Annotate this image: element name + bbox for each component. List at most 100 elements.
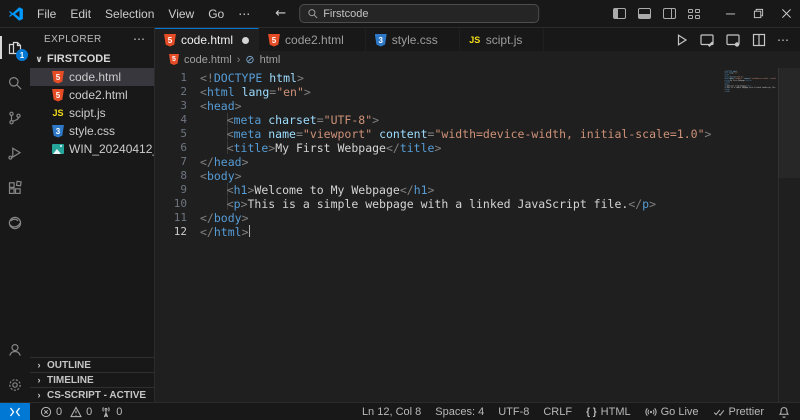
status-label: CRLF bbox=[543, 405, 573, 418]
code-line[interactable]: 3 <head> bbox=[155, 99, 800, 113]
code-text: </body> bbox=[200, 211, 249, 225]
file-code-html[interactable]: 5 code.html bbox=[30, 68, 154, 86]
code-line[interactable]: 1 <!DOCTYPE html> bbox=[155, 71, 800, 85]
line-number: 7 bbox=[180, 155, 187, 168]
line-number: 1 bbox=[180, 71, 187, 84]
breadcrumb-symbol: html bbox=[259, 53, 281, 66]
code-line[interactable]: 6 <title>My First Webpage</title> bbox=[155, 141, 800, 155]
split-editor-icon[interactable] bbox=[751, 32, 767, 48]
minimap[interactable]: <!DOCTYPE html> <html lang="en"> <head> <me… bbox=[724, 70, 776, 130]
menu-edit[interactable]: Edit bbox=[63, 4, 98, 24]
code-line[interactable]: 12 </html> bbox=[155, 225, 800, 239]
command-center-search[interactable]: Firstcode bbox=[299, 4, 540, 23]
error-icon[interactable]: 0 bbox=[36, 403, 66, 420]
account-icon[interactable] bbox=[0, 332, 30, 367]
bell-icon[interactable] bbox=[774, 403, 794, 420]
menu-go[interactable]: Go bbox=[201, 4, 231, 24]
file-style-css[interactable]: 3 style.css bbox=[30, 122, 154, 140]
code-line[interactable]: 7 </head> bbox=[155, 155, 800, 169]
section-outline[interactable]: › OUTLINE bbox=[30, 357, 154, 372]
file-name: code2.html bbox=[69, 88, 128, 102]
explorer-more-actions-icon[interactable]: ⋯ bbox=[133, 32, 146, 46]
status-crlf[interactable]: CRLF bbox=[539, 403, 576, 420]
code-line[interactable]: 10 <p>This is a simple webpage with a lin… bbox=[155, 197, 800, 211]
status-label: Spaces: 4 bbox=[435, 405, 485, 418]
section-cs-script-label: CS-SCRIPT - ACTIVE bbox=[47, 389, 147, 401]
customize-layout-icon[interactable] bbox=[688, 8, 700, 19]
file-win-20240412-0---[interactable]: WIN_20240412_0... bbox=[30, 140, 154, 158]
folder-firstcode[interactable]: ∨ FIRSTCODE bbox=[30, 50, 154, 68]
file-type-css-icon: 3 bbox=[374, 33, 387, 47]
section-timeline[interactable]: › TIMELINE bbox=[30, 372, 154, 387]
run-debug-icon[interactable] bbox=[0, 135, 30, 170]
section-cs-script[interactable]: › CS-SCRIPT - ACTIVE bbox=[30, 387, 154, 402]
code-text: <head> bbox=[200, 99, 242, 113]
search-icon[interactable] bbox=[0, 65, 30, 100]
status-prettier[interactable]: Prettier bbox=[709, 403, 768, 420]
warning-icon[interactable]: 0 bbox=[66, 403, 96, 420]
code-line[interactable]: 9 <h1>Welcome to My Webpage</h1> bbox=[155, 183, 800, 197]
code-editor[interactable]: 1 <!DOCTYPE html> 2 <html lang="en"> 3 <head>… bbox=[155, 68, 800, 402]
tab-label: code2.html bbox=[285, 33, 344, 47]
code-line[interactable]: 11 </body> bbox=[155, 211, 800, 225]
file-name: style.css bbox=[69, 124, 116, 138]
open-devtools-icon[interactable] bbox=[725, 32, 741, 48]
code-line[interactable]: 2 <html lang="en"> bbox=[155, 85, 800, 99]
code-line[interactable]: <p>This is a simple webpage with a linke… bbox=[724, 87, 776, 89]
edge-browser-icon[interactable] bbox=[0, 205, 30, 240]
status-go-live[interactable]: Go Live bbox=[641, 403, 703, 420]
restore-icon[interactable] bbox=[744, 0, 772, 28]
code-text: </html> bbox=[724, 90, 731, 93]
layout-panel-icon[interactable] bbox=[638, 8, 651, 19]
minimize-icon[interactable] bbox=[716, 0, 744, 28]
source-control-icon[interactable] bbox=[0, 100, 30, 135]
close-icon[interactable] bbox=[772, 0, 800, 28]
radio-tower-icon[interactable]: 0 bbox=[96, 403, 126, 420]
code-text: <p>This is a simple webpage with a linke… bbox=[724, 86, 776, 89]
settings-icon[interactable] bbox=[0, 367, 30, 402]
file-type-js-icon: JS bbox=[52, 108, 64, 118]
back-icon[interactable]: ← bbox=[275, 6, 286, 21]
open-preview-icon[interactable] bbox=[699, 32, 715, 48]
file-scipt-js[interactable]: JS scipt.js bbox=[30, 104, 154, 122]
remote-indicator-icon[interactable] bbox=[0, 403, 30, 420]
status-label: 0 bbox=[86, 405, 93, 418]
code-text: </head> bbox=[200, 155, 249, 169]
extensions-icon[interactable] bbox=[0, 170, 30, 205]
status-html[interactable]: { } HTML bbox=[582, 403, 635, 420]
layout-sidebar-right-icon[interactable] bbox=[663, 8, 676, 19]
breadcrumb[interactable]: 5 code.html › ⊘ html bbox=[155, 51, 800, 68]
tab-code-html[interactable]: 5 code.html bbox=[155, 28, 260, 51]
layout-sidebar-left-icon[interactable] bbox=[613, 8, 626, 19]
file-type-js-icon: JS bbox=[469, 35, 481, 45]
code-line[interactable]: 4 <meta charset="UTF-8"> bbox=[155, 113, 800, 127]
code-line[interactable]: 5 <meta name="viewport" content="width=de… bbox=[155, 127, 800, 141]
status-utf-8[interactable]: UTF-8 bbox=[494, 403, 533, 420]
error-icon bbox=[40, 406, 52, 418]
code-line[interactable]: 8 <body> bbox=[155, 169, 800, 183]
tab-scipt-js[interactable]: JS scipt.js bbox=[460, 28, 545, 51]
menu-selection[interactable]: Selection bbox=[98, 4, 161, 24]
code-line[interactable]: </html> bbox=[724, 90, 776, 92]
file-code2-html[interactable]: 5 code2.html bbox=[30, 86, 154, 104]
line-number: 2 bbox=[180, 85, 187, 98]
menu-file[interactable]: File bbox=[30, 4, 63, 24]
status-label: HTML bbox=[600, 405, 631, 418]
menu-view[interactable]: View bbox=[161, 4, 201, 24]
code-text: </html> bbox=[200, 225, 250, 239]
more-actions-icon[interactable]: ⋯ bbox=[777, 33, 790, 47]
editor-scrollbar[interactable] bbox=[778, 68, 800, 402]
tab-style-css[interactable]: 3 style.css bbox=[366, 28, 460, 51]
explorer-sidebar: EXPLORER ⋯ ∨ FIRSTCODE 5 code.html 5 code2.… bbox=[30, 28, 155, 402]
tab-code2-html[interactable]: 5 code2.html bbox=[259, 28, 366, 51]
chevron-down-icon: ∨ bbox=[35, 53, 43, 64]
line-number: 5 bbox=[180, 127, 187, 140]
symbol-icon: ⊘ bbox=[245, 54, 255, 66]
explorer-icon[interactable]: 1 bbox=[0, 30, 30, 65]
run-icon[interactable] bbox=[673, 32, 689, 48]
section-outline-label: OUTLINE bbox=[47, 359, 91, 371]
status-ln-12--col-8[interactable]: Ln 12, Col 8 bbox=[358, 403, 425, 420]
menu-more[interactable]: ⋯ bbox=[231, 4, 257, 24]
status-spaces--4[interactable]: Spaces: 4 bbox=[431, 403, 488, 420]
indent-guide bbox=[200, 141, 228, 154]
